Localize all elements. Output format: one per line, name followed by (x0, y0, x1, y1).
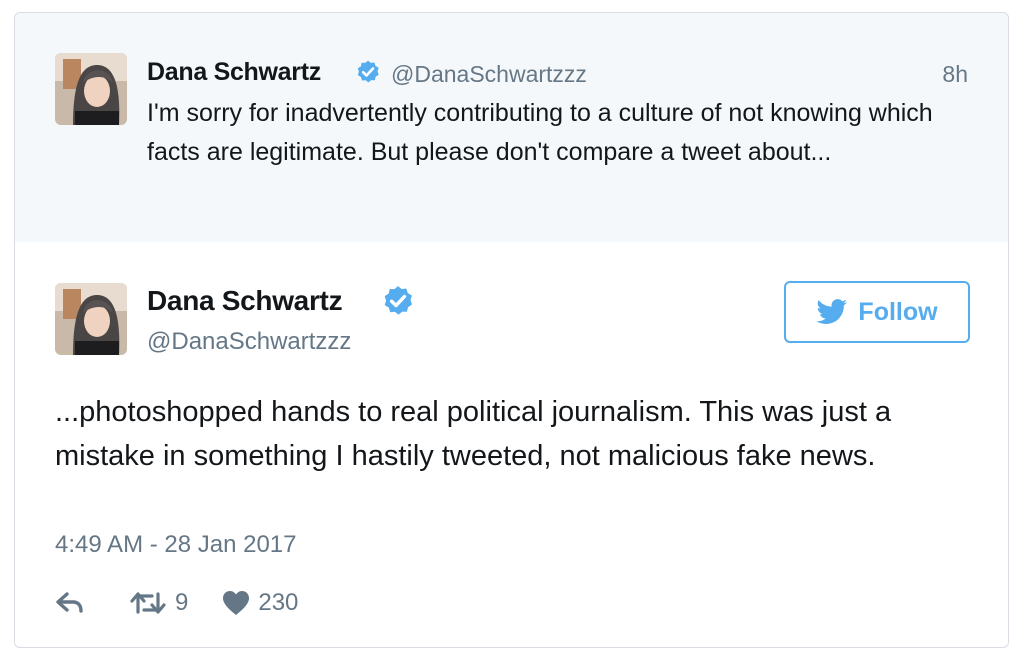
like-count: 230 (258, 589, 299, 616)
reply-button[interactable] (55, 591, 89, 615)
verified-badge-icon (384, 286, 413, 315)
parent-author-name[interactable]: Dana Schwartz (147, 58, 321, 87)
embedded-tweet-card: Dana Schwartz @DanaSchwartzzz 8h I'm sor… (14, 12, 1009, 648)
follow-button[interactable]: Follow (784, 281, 970, 343)
parent-tweet[interactable]: Dana Schwartz @DanaSchwartzzz 8h I'm sor… (15, 13, 1008, 242)
like-button[interactable]: 230 (222, 589, 298, 617)
heart-icon (223, 591, 250, 615)
twitter-bird-icon (816, 299, 848, 324)
tweet-text: ...photoshopped hands to real political … (55, 396, 892, 472)
avatar-image-icon (55, 283, 127, 355)
parent-avatar[interactable] (55, 53, 127, 125)
follow-button-label: Follow (858, 297, 938, 326)
tweet-timestamp[interactable]: 4:49 AM - 28 Jan 2017 (55, 531, 297, 559)
retweet-icon (130, 592, 166, 614)
parent-timestamp[interactable]: 8h (942, 61, 968, 88)
author-avatar[interactable] (55, 283, 127, 355)
retweet-button[interactable]: 9 (129, 589, 188, 617)
verified-badge-icon (357, 60, 379, 83)
parent-handle[interactable]: @DanaSchwartzzz (391, 61, 587, 88)
parent-tweet-text: I'm sorry for inadvertently contributing… (147, 99, 933, 166)
author-name[interactable]: Dana Schwartz (147, 285, 343, 317)
author-handle[interactable]: @DanaSchwartzzz (147, 328, 351, 356)
retweet-count: 9 (175, 589, 189, 616)
tweet-actions: 9 230 (55, 585, 298, 621)
avatar-image-icon (55, 53, 127, 125)
reply-icon (56, 592, 83, 613)
